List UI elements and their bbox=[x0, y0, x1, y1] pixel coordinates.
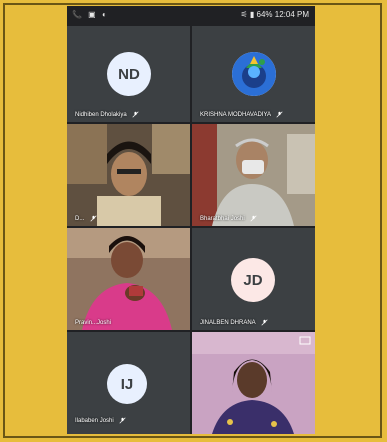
participant-name-text: JINALBEN DHRANA bbox=[200, 320, 256, 326]
participant-name-text: Ilababen Joshi bbox=[75, 418, 114, 424]
participant-tile-jinalben[interactable]: JD JINALBEN DHRANA bbox=[192, 228, 315, 330]
grid-divider bbox=[190, 26, 192, 434]
participant-name: Nidhiben Dholakiya bbox=[75, 111, 139, 118]
participant-tile-video-1[interactable]: D... bbox=[67, 124, 190, 226]
participant-tile-ilababen[interactable]: IJ Ilababen Joshi bbox=[67, 332, 190, 434]
phone-screen: 📞 ▣ ◐ ⚟ ▮ 64% 12:04 PM ND Nidhiben Dhola… bbox=[67, 6, 315, 434]
mic-off-icon bbox=[276, 111, 283, 118]
participant-name-text: KRISHNA MODHAVADIYA bbox=[200, 112, 271, 118]
participant-name-text: Nidhiben Dholakiya bbox=[75, 112, 127, 118]
krishna-portrait-image bbox=[232, 52, 276, 96]
participant-tile-krishna[interactable]: KRISHNA MODHAVADIYA bbox=[192, 26, 315, 122]
participant-name: D... bbox=[75, 215, 97, 222]
participant-tile-pravin[interactable]: Pravin...Joshi bbox=[67, 228, 190, 330]
participant-name: JINALBEN DHRANA bbox=[200, 319, 268, 326]
participant-name: Bharatbhai Joshi bbox=[200, 215, 257, 222]
participant-tile-video-2[interactable] bbox=[192, 332, 315, 434]
participant-tile-nidhiben[interactable]: ND Nidhiben Dholakiya bbox=[67, 26, 190, 122]
video-feed-man bbox=[192, 124, 315, 226]
video-feed-girl bbox=[67, 124, 190, 226]
avatar-jd: JD bbox=[231, 258, 275, 302]
participant-name: Pravin...Joshi bbox=[75, 320, 111, 326]
participant-tile-bharatbhai[interactable]: Bharatbhai Joshi bbox=[192, 124, 315, 226]
status-bar: 📞 ▣ ◐ ⚟ ▮ 64% 12:04 PM bbox=[67, 6, 315, 24]
status-left-icons: 📞 ▣ ◐ bbox=[72, 10, 109, 19]
mic-off-icon bbox=[261, 319, 268, 326]
status-right-info: ⚟ ▮ 64% 12:04 PM bbox=[240, 10, 310, 19]
video-feed-woman bbox=[67, 228, 190, 330]
video-feed-girl-2 bbox=[192, 332, 315, 434]
participant-name: KRISHNA MODHAVADIYA bbox=[200, 111, 283, 118]
participant-name-text: Bharatbhai Joshi bbox=[200, 216, 245, 222]
mic-off-icon bbox=[132, 111, 139, 118]
participant-name-text: D... bbox=[75, 216, 85, 222]
participant-name: Ilababen Joshi bbox=[75, 417, 126, 424]
participant-name-text: Pravin...Joshi bbox=[75, 320, 112, 326]
mic-off-icon bbox=[90, 215, 97, 222]
mic-off-icon bbox=[250, 215, 257, 222]
screen-share-icon[interactable] bbox=[299, 336, 311, 346]
avatar-nd: ND bbox=[107, 52, 151, 96]
avatar-krishna-image bbox=[232, 52, 276, 96]
avatar-ij: IJ bbox=[107, 364, 147, 404]
mic-off-icon bbox=[119, 417, 126, 424]
